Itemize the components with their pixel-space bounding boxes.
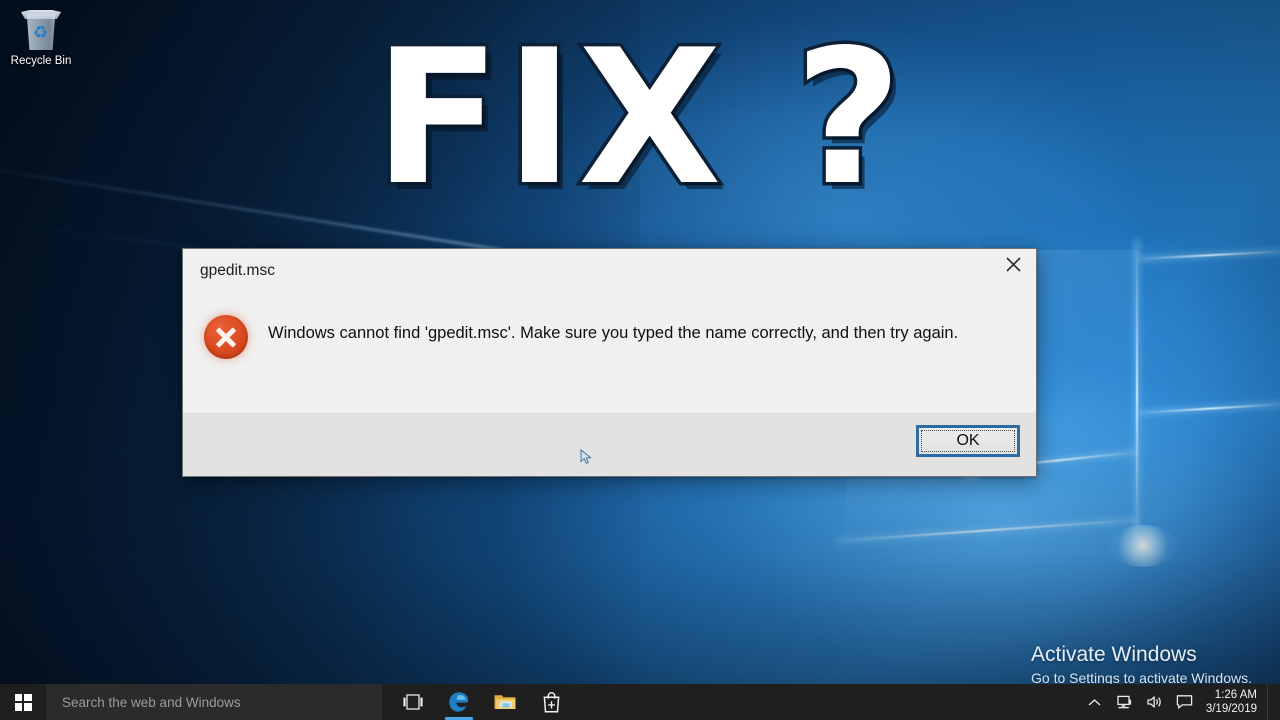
show-desktop-button[interactable] <box>1267 684 1274 720</box>
dialog-footer: OK <box>183 413 1036 476</box>
file-explorer-icon <box>494 695 516 709</box>
taskbar: Search the web and Windows 1:26 AM 3/19/… <box>0 684 1280 720</box>
error-dialog[interactable]: gpedit.msc Windows cannot find 'gpedit.m… <box>182 248 1037 477</box>
edge-browser-icon <box>449 692 469 712</box>
desktop-icon-recycle-bin[interactable]: ♻ Recycle Bin <box>5 8 77 68</box>
dialog-title: gpedit.msc <box>200 262 275 279</box>
recycle-bin-lid <box>21 10 61 19</box>
task-view-icon <box>403 694 423 710</box>
network-icon[interactable] <box>1110 684 1140 720</box>
file-explorer-button[interactable] <box>482 684 528 720</box>
speaker-icon[interactable] <box>1140 684 1170 720</box>
taskbar-clock[interactable]: 1:26 AM 3/19/2019 <box>1200 688 1267 716</box>
dialog-message: Windows cannot find 'gpedit.msc'. Make s… <box>268 324 959 342</box>
task-view-button[interactable] <box>390 684 436 720</box>
clock-time: 1:26 AM <box>1214 689 1257 701</box>
clock-date: 3/19/2019 <box>1205 703 1257 715</box>
recycle-symbol-icon: ♻ <box>32 23 49 42</box>
start-button[interactable] <box>0 684 46 720</box>
search-placeholder: Search the web and Windows <box>62 694 241 710</box>
search-input[interactable]: Search the web and Windows <box>46 684 382 720</box>
close-icon[interactable] <box>990 249 1036 280</box>
mouse-pointer-icon <box>580 449 594 465</box>
recycle-bin-label: Recycle Bin <box>10 55 72 67</box>
recycle-bin-icon: ♻ <box>18 8 64 52</box>
desktop-screen: ♻ Recycle Bin FIX ? gpedit.msc Windows c… <box>0 0 1280 720</box>
edge-button[interactable] <box>436 684 482 720</box>
system-tray: 1:26 AM 3/19/2019 <box>1080 684 1280 720</box>
microsoft-store-icon <box>543 692 559 713</box>
chevron-up-icon[interactable] <box>1080 684 1110 720</box>
taskbar-buttons <box>390 684 574 720</box>
ok-button-label: OK <box>956 432 980 449</box>
store-button[interactable] <box>528 684 574 720</box>
dialog-titlebar[interactable]: gpedit.msc <box>183 249 1036 295</box>
windows-start-icon <box>14 693 32 711</box>
ok-button[interactable]: OK <box>916 425 1020 457</box>
dialog-body: Windows cannot find 'gpedit.msc'. Make s… <box>183 295 1036 413</box>
error-circle-icon <box>204 315 248 359</box>
activation-title: Activate Windows <box>1031 643 1197 666</box>
action-center-icon[interactable] <box>1170 684 1200 720</box>
activation-watermark: Activate Windows Go to Settings to activ… <box>1031 642 1252 688</box>
